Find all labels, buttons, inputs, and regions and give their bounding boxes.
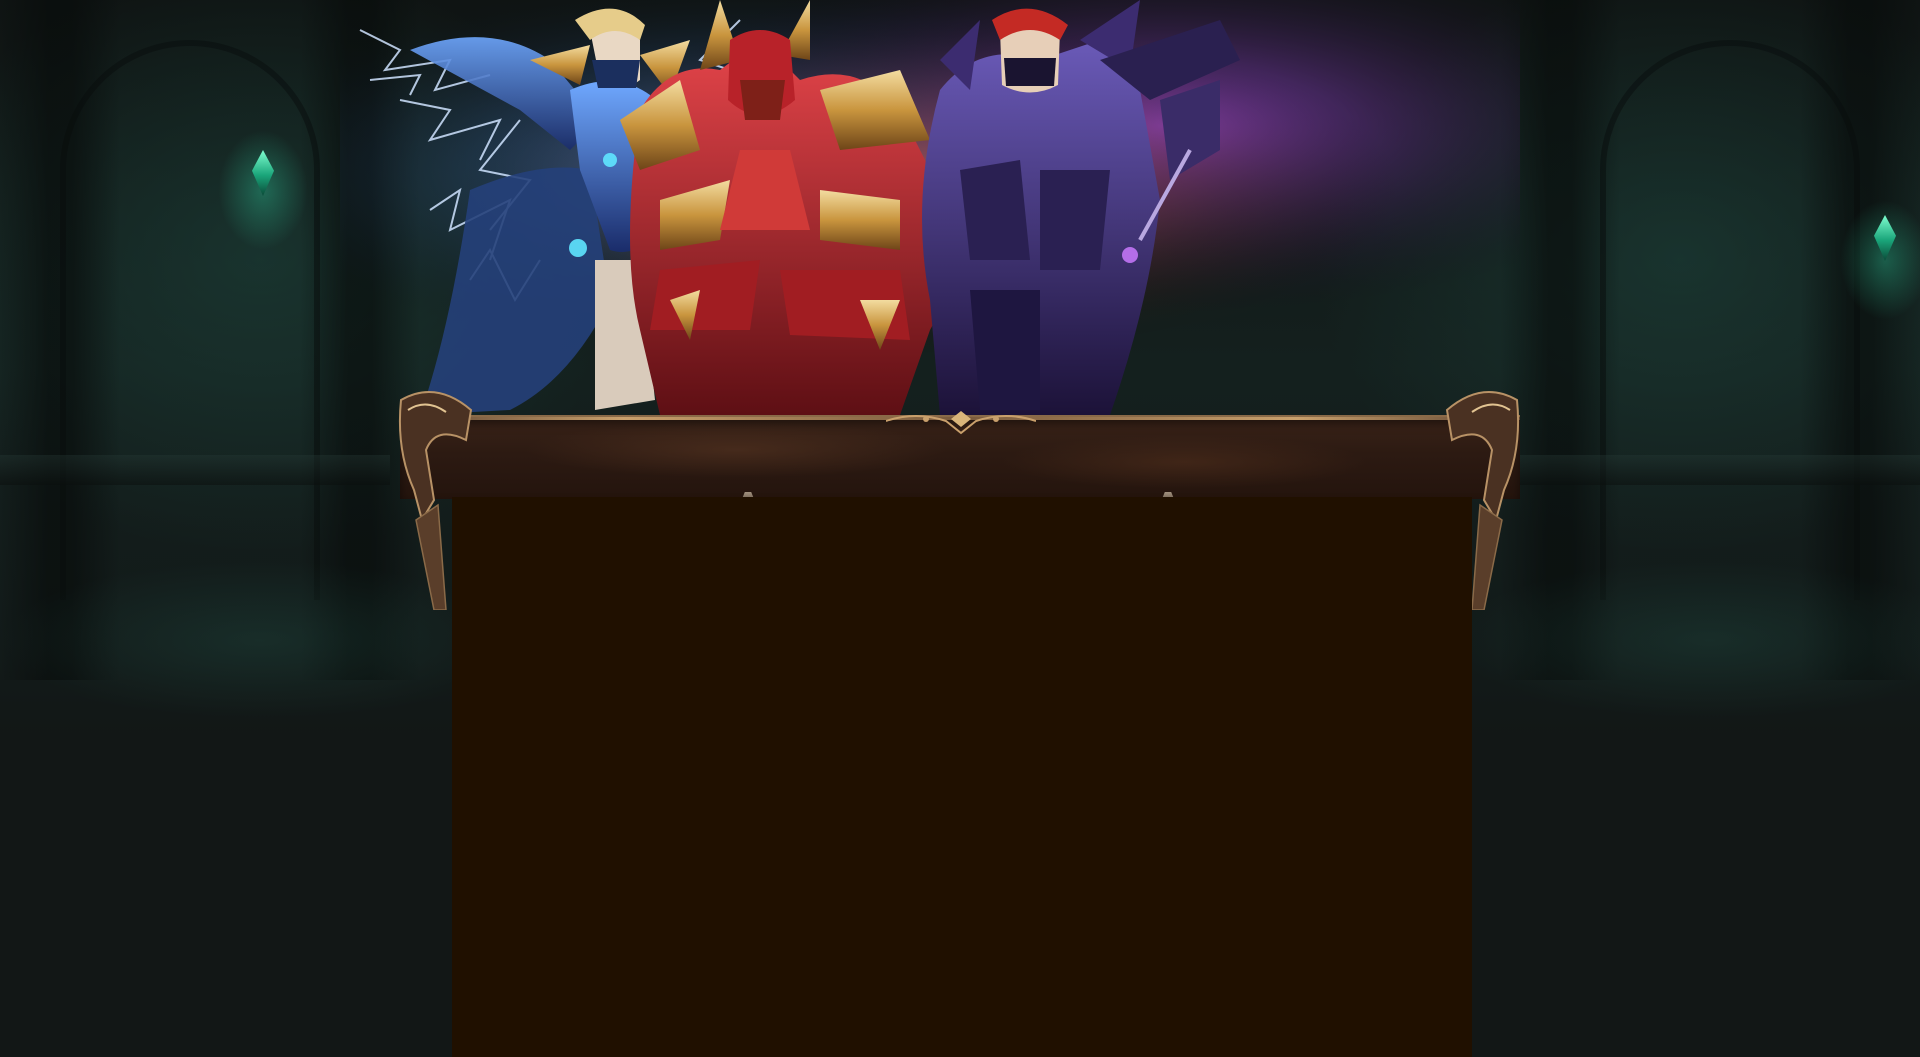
gem-glow-right	[1840, 200, 1920, 320]
background-ledge-right	[1520, 455, 1920, 485]
hero-banner-artwork	[340, 0, 1520, 420]
frame-header-bar	[400, 411, 1520, 499]
background-ledge-left	[0, 455, 390, 485]
game-landing-page	[0, 0, 1920, 1057]
filigree-ornament-icon	[886, 411, 1036, 435]
main-content-panel	[452, 497, 1472, 1057]
